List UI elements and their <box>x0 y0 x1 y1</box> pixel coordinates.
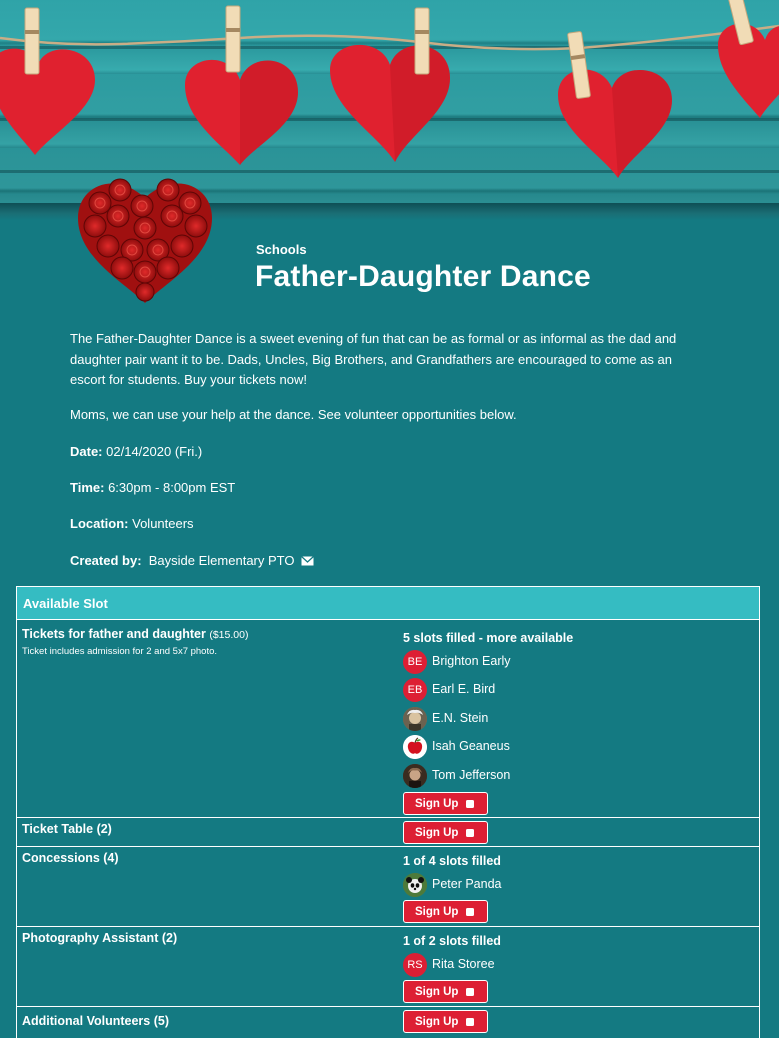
signup-button[interactable]: Sign Up <box>403 792 488 815</box>
signup-person: EB Earl E. Bird <box>403 678 703 702</box>
table-header: Available Slot <box>17 587 759 620</box>
checkbox-icon <box>466 988 474 996</box>
signup-button-label: Sign Up <box>415 797 459 810</box>
signup-button-label: Sign Up <box>415 905 459 918</box>
slots-table: Available Slot Tickets for father and da… <box>16 586 760 1038</box>
event-description: The Father-Daughter Dance is a sweet eve… <box>70 329 710 391</box>
table-row: Concessions (4) 1 of 4 slots filled Pete… <box>17 846 759 926</box>
person-name: Rita Storee <box>432 957 495 971</box>
einstein-avatar-icon <box>403 707 427 731</box>
slot-title: Concessions (4) <box>22 851 119 865</box>
signup-button[interactable]: Sign Up <box>403 1010 488 1033</box>
date-line: Date: 02/14/2020 (Fri.) <box>70 444 202 459</box>
date-value: 02/14/2020 (Fri.) <box>106 444 203 459</box>
fill-status: 1 of 4 slots filled <box>403 854 501 868</box>
time-value: 6:30pm - 8:00pm EST <box>108 480 236 495</box>
signup-button-label: Sign Up <box>415 826 459 839</box>
avatar: EB <box>403 678 427 702</box>
signup-button-label: Sign Up <box>415 1015 459 1028</box>
signup-person: Isah Geaneus <box>403 735 703 759</box>
fill-status: 1 of 2 slots filled <box>403 934 501 948</box>
rose-heart-icon <box>78 178 212 303</box>
signup-person: RS Rita Storee <box>403 953 703 977</box>
time-line: Time: 6:30pm - 8:00pm EST <box>70 480 235 495</box>
description-paragraph: The Father-Daughter Dance is a sweet eve… <box>70 331 677 387</box>
created-by-line: Created by: Bayside Elementary PTO <box>70 553 315 568</box>
signup-button[interactable]: Sign Up <box>403 900 488 923</box>
person-name: Peter Panda <box>432 877 502 891</box>
signup-person: Peter Panda <box>403 873 703 897</box>
slot-title-text: Tickets for father and daughter <box>22 627 206 641</box>
created-by-label: Created by: <box>70 553 142 568</box>
time-label: Time: <box>70 480 105 495</box>
table-row: Photography Assistant (2) 1 of 2 slots f… <box>17 926 759 1006</box>
signup-button-label: Sign Up <box>415 985 459 998</box>
signup-person: Tom Jefferson <box>403 764 703 788</box>
checkbox-icon <box>466 1018 474 1026</box>
slot-description: Ticket includes admission for 2 and 5x7 … <box>22 646 218 657</box>
table-row: Tickets for father and daughter ($15.00)… <box>17 621 759 818</box>
person-name: Tom Jefferson <box>432 768 511 782</box>
signup-person: BE Brighton Early <box>403 650 703 674</box>
organizer-name[interactable]: Bayside Elementary PTO <box>149 553 295 568</box>
location-value: Volunteers <box>132 516 194 531</box>
slot-title: Photography Assistant (2) <box>22 931 178 945</box>
table-row: Additional Volunteers (5) Sign Up <box>17 1006 759 1038</box>
checkbox-icon <box>466 800 474 808</box>
slot-title: Tickets for father and daughter ($15.00) <box>22 627 248 641</box>
person-name: E.N. Stein <box>432 711 489 725</box>
volunteer-note: Moms, we can use your help at the dance.… <box>70 407 517 422</box>
person-name: Isah Geaneus <box>432 739 510 753</box>
person-name: Brighton Early <box>432 654 511 668</box>
person-name: Earl E. Bird <box>432 682 496 696</box>
slot-title: Ticket Table (2) <box>22 822 112 836</box>
checkbox-icon <box>466 829 474 837</box>
signup-button[interactable]: Sign Up <box>403 821 488 844</box>
apple-avatar-icon <box>403 735 427 759</box>
checkbox-icon <box>466 908 474 916</box>
slot-title: Additional Volunteers (5) <box>22 1014 169 1028</box>
category-label: Schools <box>256 242 307 257</box>
panda-avatar-icon <box>403 873 427 897</box>
page-title: Father-Daughter Dance <box>255 260 591 293</box>
table-row: Ticket Table (2) Sign Up <box>17 817 759 846</box>
location-line: Location: Volunteers <box>70 516 194 531</box>
avatar: RS <box>403 953 427 977</box>
signup-person: E.N. Stein <box>403 707 703 731</box>
avatar: BE <box>403 650 427 674</box>
location-label: Location: <box>70 516 129 531</box>
mail-icon[interactable] <box>301 556 315 566</box>
signup-button[interactable]: Sign Up <box>403 980 488 1003</box>
jefferson-avatar-icon <box>403 764 427 788</box>
fill-status: 5 slots filled - more available <box>403 631 574 645</box>
slot-price: ($15.00) <box>209 629 249 641</box>
date-label: Date: <box>70 444 103 459</box>
